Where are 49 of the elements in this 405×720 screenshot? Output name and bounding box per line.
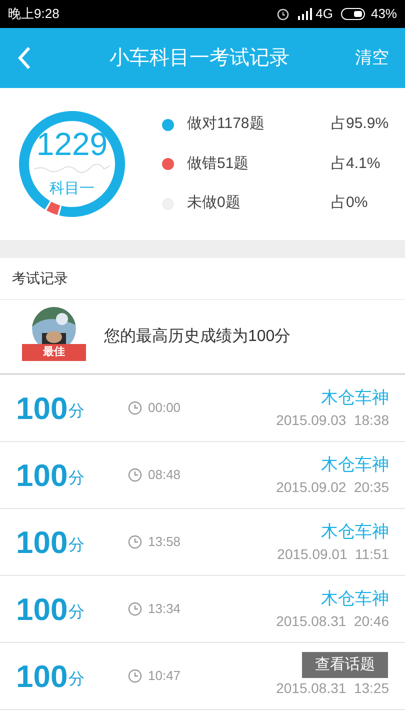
duration: 00:00 <box>148 399 182 418</box>
score: 100 <box>16 526 68 558</box>
page-title: 小车科目一考试记录 <box>108 46 290 71</box>
battery-icon <box>340 8 367 20</box>
score-unit: 分 <box>68 536 85 556</box>
score: 100 <box>16 460 68 490</box>
user-name: 木仓车神 <box>321 520 389 543</box>
record-date: 2015.08.31 13:25 <box>276 679 389 698</box>
legend-label: 做错51题 <box>187 154 250 174</box>
record-date: 2015.09.02 20:35 <box>276 478 389 498</box>
legend-label: 做对1178题 <box>187 114 266 134</box>
total-count: 1229 <box>36 128 108 160</box>
duration: 08:48 <box>148 466 182 484</box>
user-name: 木仓车神 <box>321 386 389 409</box>
network-label: 4G <box>316 5 333 24</box>
back-icon <box>16 46 32 70</box>
signal-icon <box>298 8 312 20</box>
best-ribbon: 最佳 <box>22 344 86 360</box>
record-date: 2015.09.01 11:51 <box>277 545 389 564</box>
clock-icon <box>128 602 142 616</box>
subject-label: 科目一 <box>50 178 94 199</box>
record-date: 2015.09.03 18:38 <box>276 411 389 430</box>
duration: 13:58 <box>148 533 182 552</box>
duration: 13:34 <box>148 600 182 618</box>
status-time: 晚上9:28 <box>8 5 60 24</box>
user-name: 木仓车神 <box>321 588 389 610</box>
clock-icon <box>128 669 142 683</box>
score: 100 <box>16 392 68 424</box>
legend-share: 占0% <box>331 193 369 214</box>
score: 100 <box>16 660 68 692</box>
clock-icon <box>128 468 142 482</box>
alarm-icon <box>276 7 290 21</box>
clock-icon <box>128 535 142 549</box>
user-name: 木仓车神 <box>321 454 389 476</box>
score: 100 <box>16 594 68 624</box>
legend-label: 未做0题 <box>187 193 242 214</box>
section-title: 考试记录 <box>12 269 68 288</box>
score-unit: 分 <box>68 468 85 488</box>
clock-icon <box>128 401 142 415</box>
record-date: 2015.08.31 20:46 <box>276 612 389 632</box>
score-unit: 分 <box>68 402 85 422</box>
legend-share: 占95.9% <box>331 114 390 134</box>
view-topic-button[interactable]: 查看话题 <box>302 652 388 678</box>
duration: 10:47 <box>148 667 182 686</box>
legend-share: 占4.1% <box>331 154 382 174</box>
score-unit: 分 <box>68 602 85 622</box>
score-unit: 分 <box>68 670 85 690</box>
best-score-text: 您的最高历史成绩为100分 <box>104 326 291 346</box>
battery-level: 43% <box>370 5 397 24</box>
